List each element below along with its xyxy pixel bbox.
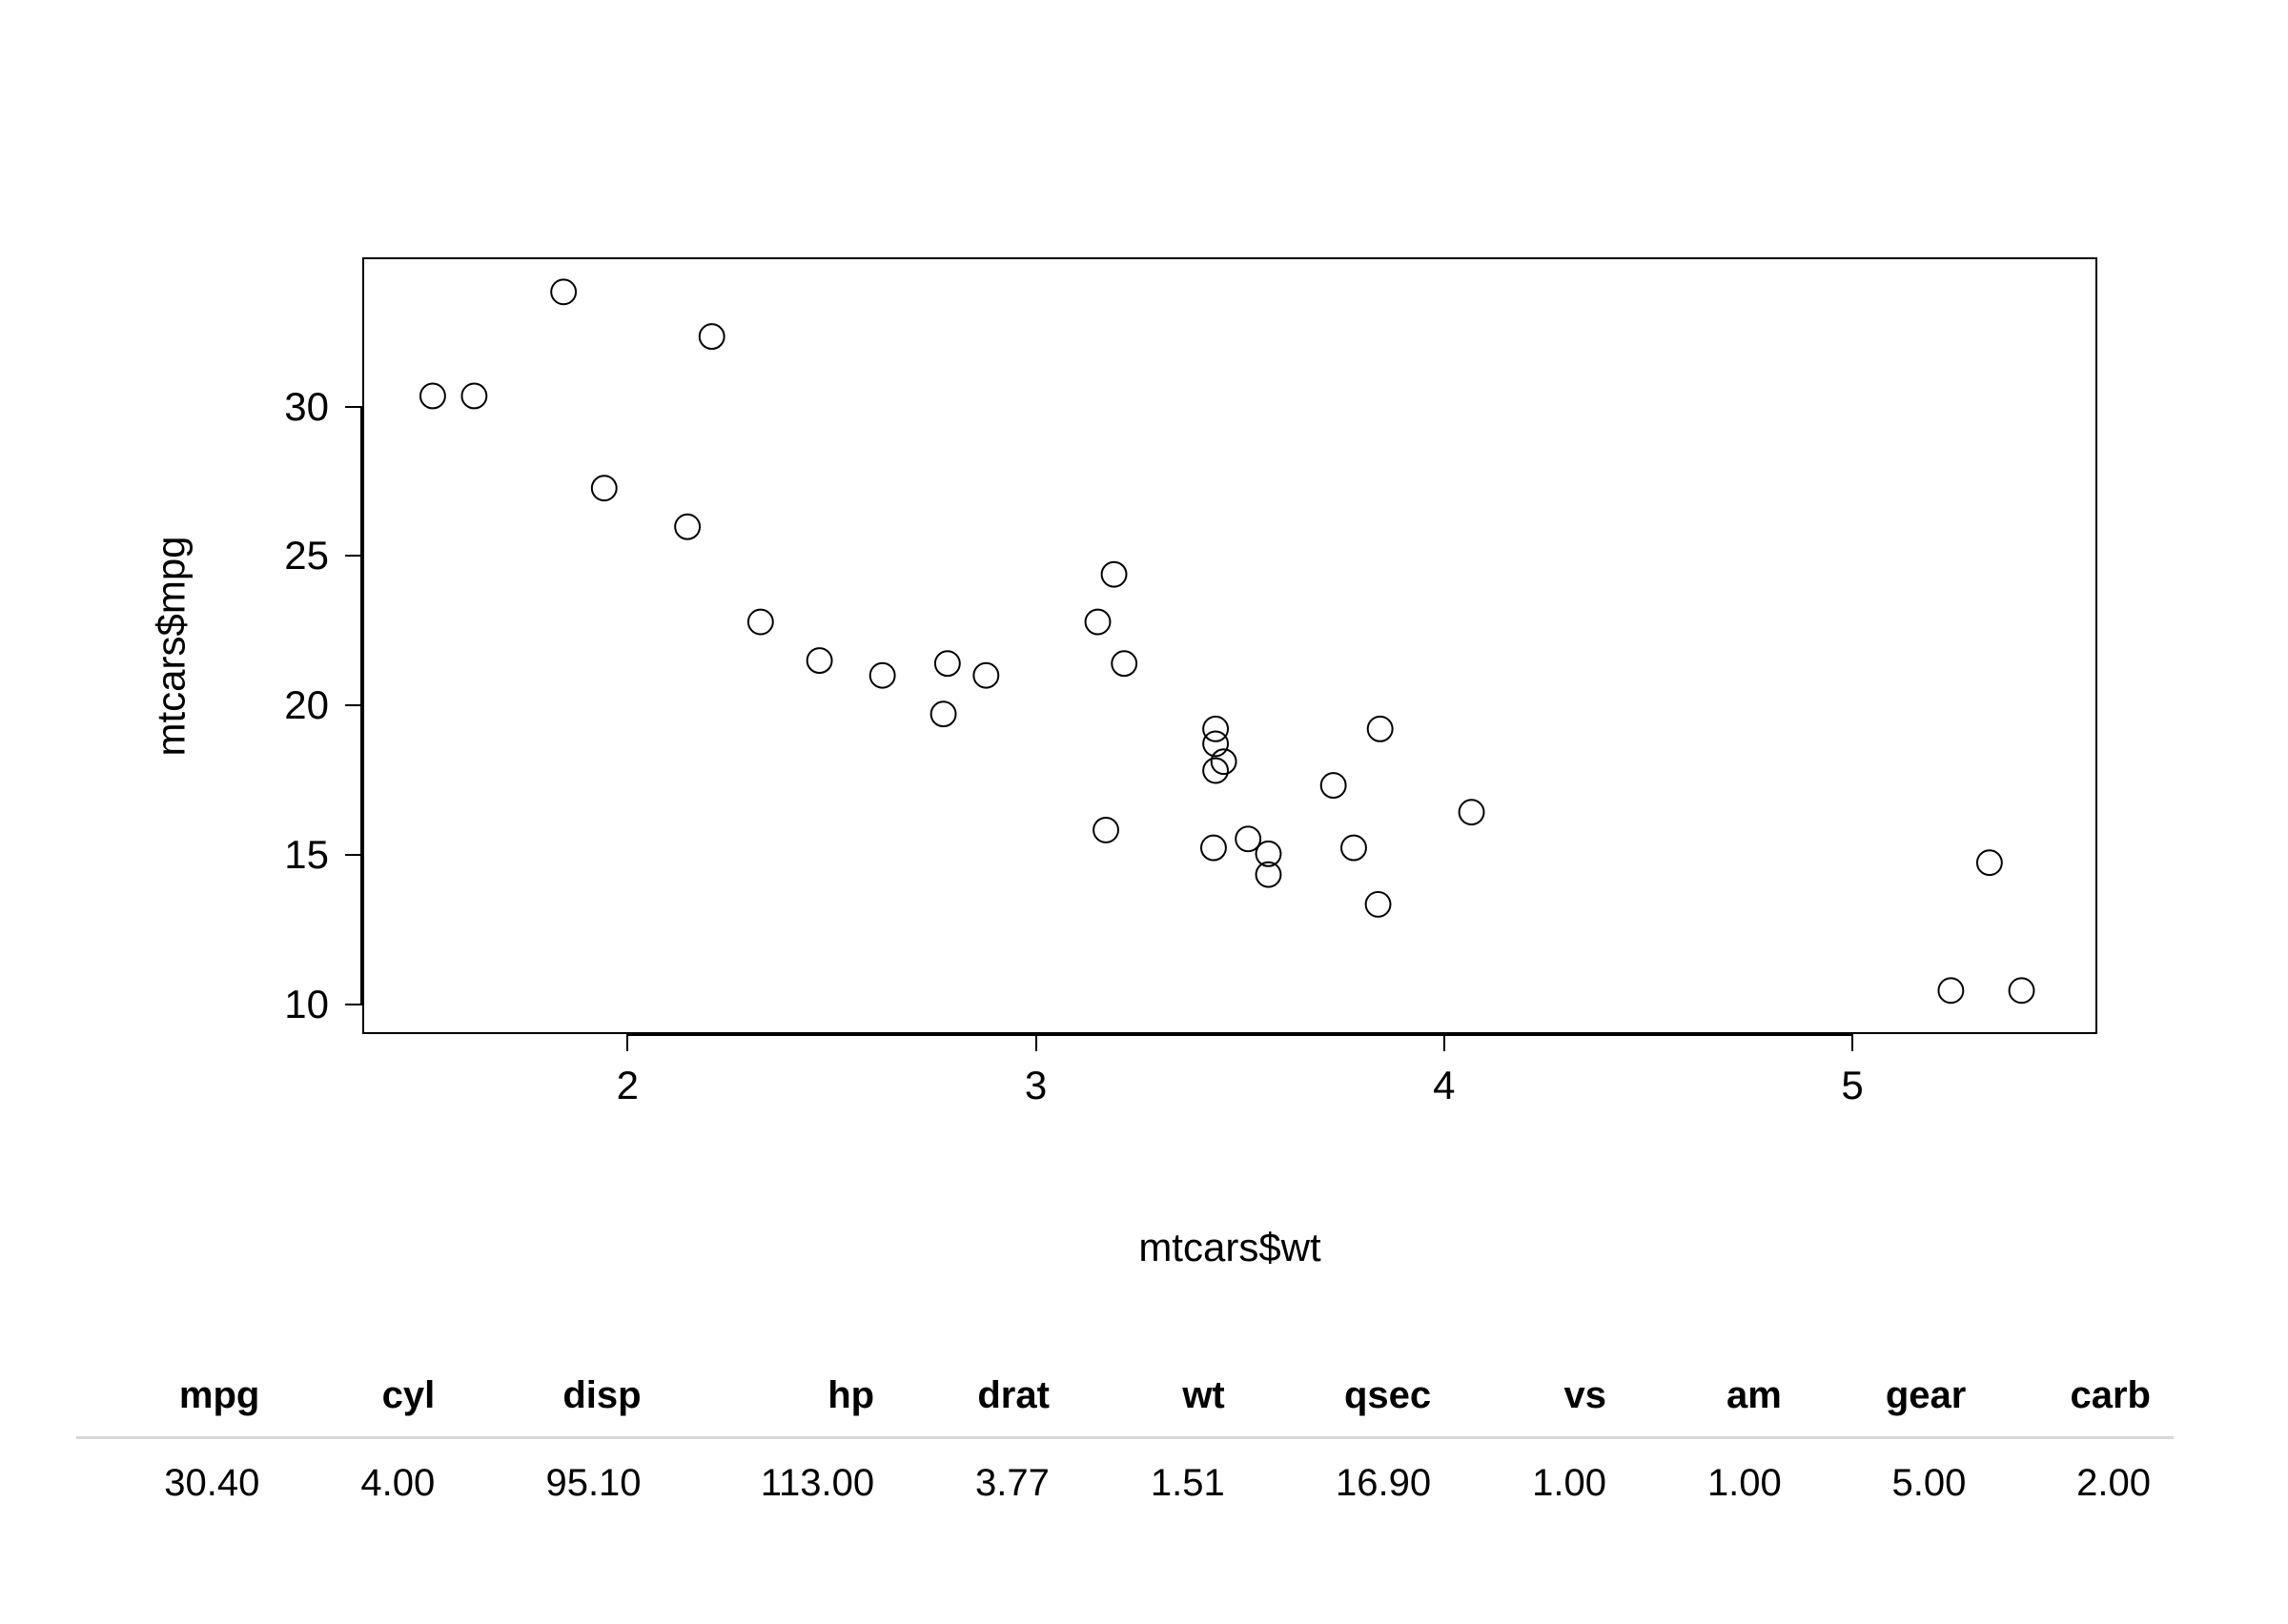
x-axis-label: mtcars$wt (362, 1225, 2097, 1270)
data-point (931, 701, 956, 726)
scatter-plot (362, 257, 2097, 1034)
x-tick-mark (1851, 1034, 1853, 1051)
y-tick-label: 10 (253, 982, 329, 1027)
table-cell: 1.00 (1454, 1438, 1629, 1517)
table-header-cell: drat (897, 1363, 1072, 1438)
data-point (870, 663, 895, 688)
x-axis-line (627, 1034, 1852, 1036)
table-header-cell: hp (664, 1363, 898, 1438)
data-point (1321, 773, 1346, 798)
x-tick-label: 5 (1841, 1063, 1863, 1108)
table-cell: 113.00 (664, 1438, 898, 1517)
y-axis-line (360, 407, 362, 1005)
page-root: 2 3 4 5 10 15 20 25 30 mtcars$wt mtcars$mpg mpg… (0, 0, 2288, 1624)
table-cell: 3.77 (897, 1438, 1072, 1517)
data-point (807, 648, 832, 673)
table-cell: 5.00 (1805, 1438, 1990, 1517)
table-cell: 30.40 (76, 1438, 282, 1517)
table-header-cell: mpg (76, 1363, 282, 1438)
x-tick-label: 3 (1025, 1063, 1047, 1108)
y-tick-label: 30 (253, 384, 329, 430)
data-point (1201, 836, 1226, 861)
data-point (748, 610, 773, 635)
x-tick-mark (626, 1034, 628, 1051)
data-table: mpgcyldisphpdratwtqsecvsamgearcarb 30.40… (76, 1363, 2174, 1516)
table-cell: 1.00 (1629, 1438, 1805, 1517)
table-row: 30.404.0095.10113.003.771.5116.901.001.0… (76, 1438, 2174, 1517)
y-axis-label: mtcars$mpg (143, 257, 200, 1034)
table-header-cell: wt (1072, 1363, 1248, 1438)
data-point (973, 663, 998, 688)
table-header-row: mpgcyldisphpdratwtqsecvsamgearcarb (76, 1363, 2174, 1438)
table-cell: 4.00 (282, 1438, 458, 1517)
table-header-cell: disp (458, 1363, 664, 1438)
scatter-points-layer (364, 259, 2095, 1032)
data-point (1112, 651, 1136, 676)
table-header-cell: am (1629, 1363, 1805, 1438)
data-point (700, 324, 725, 349)
y-tick-label: 25 (253, 533, 329, 579)
data-point (420, 384, 445, 409)
data-point (461, 384, 486, 409)
data-point (1203, 717, 1228, 741)
data-point (1977, 850, 2002, 875)
table-header-cell: cyl (282, 1363, 458, 1438)
x-tick-mark (1443, 1034, 1445, 1051)
data-point (1093, 818, 1118, 842)
table-cell: 2.00 (1989, 1438, 2174, 1517)
y-axis-label-text: mtcars$mpg (149, 536, 194, 756)
data-point (1341, 836, 1366, 861)
table-cell: 95.10 (458, 1438, 664, 1517)
y-tick-label: 15 (253, 832, 329, 878)
table-header-cell: qsec (1248, 1363, 1454, 1438)
table-cell: 16.90 (1248, 1438, 1454, 1517)
table-header-cell: gear (1805, 1363, 1990, 1438)
y-tick-label: 20 (253, 682, 329, 728)
x-tick-label: 4 (1433, 1063, 1455, 1108)
data-point (551, 279, 576, 304)
data-point (1086, 610, 1111, 635)
data-point (1368, 717, 1393, 741)
data-point (1460, 800, 1484, 824)
x-tick-label: 2 (617, 1063, 639, 1108)
data-point (675, 515, 700, 539)
data-point (1102, 562, 1127, 587)
table-header-cell: carb (1989, 1363, 2174, 1438)
table-body: 30.404.0095.10113.003.771.5116.901.001.0… (76, 1438, 2174, 1517)
x-tick-mark (1035, 1034, 1037, 1051)
table-header-cell: vs (1454, 1363, 1629, 1438)
data-point (1366, 892, 1391, 917)
data-point (935, 651, 960, 676)
data-point (1938, 978, 1963, 1003)
data-point (592, 476, 617, 500)
table-cell: 1.51 (1072, 1438, 1248, 1517)
data-point (2010, 978, 2034, 1003)
